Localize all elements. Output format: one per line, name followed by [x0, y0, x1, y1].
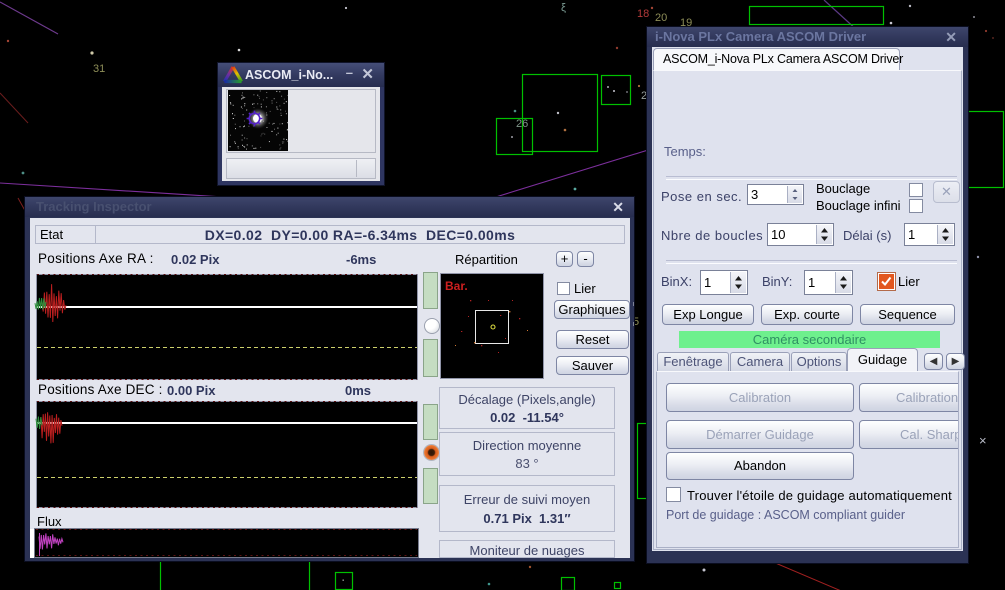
svg-text:26: 26 [516, 118, 528, 130]
svg-text:20: 20 [655, 12, 667, 24]
svg-text:×: × [979, 433, 987, 448]
svg-text:31: 31 [93, 63, 105, 75]
svg-text:ξ: ξ [561, 2, 566, 14]
svg-text:18: 18 [637, 8, 649, 20]
